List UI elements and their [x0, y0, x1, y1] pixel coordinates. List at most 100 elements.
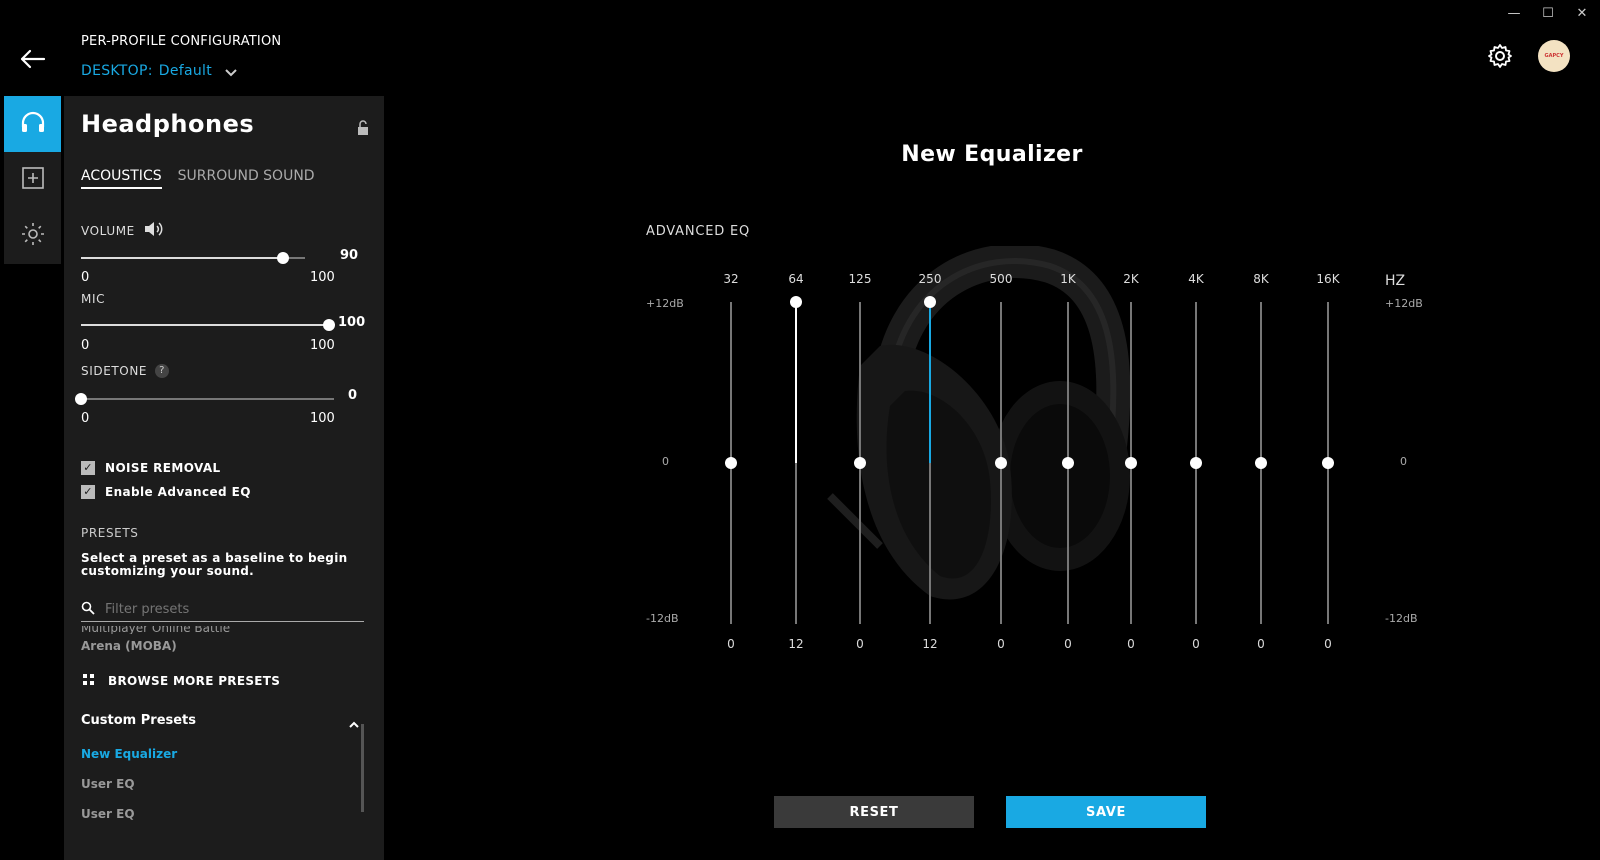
eq-band-label-64: 64: [788, 272, 804, 286]
rail-item-lighting[interactable]: [4, 208, 61, 264]
noise-removal-label: NOISE REMOVAL: [105, 461, 221, 475]
eq-band-fill: [795, 302, 797, 463]
browse-presets-label: BROWSE MORE PRESETS: [108, 674, 281, 688]
volume-label: VOLUME: [81, 223, 135, 238]
eq-band-knob[interactable]: [725, 457, 737, 469]
eq-band-knob[interactable]: [924, 296, 936, 308]
eq-band-knob[interactable]: [1190, 457, 1202, 469]
preset-item-moba-partial[interactable]: Multiplayer Online Battle: [81, 626, 230, 634]
avatar[interactable]: GAPCY: [1538, 40, 1570, 72]
sidetone-value: 0: [348, 388, 358, 403]
plus-square-icon: [21, 166, 45, 194]
volume-slider[interactable]: [81, 252, 305, 264]
checkmark-icon: ✓: [81, 485, 95, 499]
profile-prefix: DESKTOP:: [81, 63, 153, 79]
volume-knob[interactable]: [276, 252, 289, 264]
eq-band-value: 0: [1257, 637, 1265, 651]
panel-tabs: ACOUSTICS SURROUND SOUND: [81, 168, 315, 189]
eq-band-value: 0: [856, 637, 864, 651]
eq-band-label-8k: 8K: [1253, 272, 1269, 286]
minimize-button[interactable]: —: [1506, 6, 1522, 22]
db-mid-left: 0: [662, 455, 669, 468]
avatar-text: GAPCY: [1544, 53, 1564, 59]
help-icon[interactable]: ?: [155, 364, 170, 378]
page-title: PER-PROFILE CONFIGURATION: [81, 34, 282, 49]
sidetone-label-row: SIDETONE ?: [81, 364, 170, 378]
device-rail: [4, 96, 61, 264]
eq-band-label-500: 500: [989, 272, 1013, 286]
grid-icon: [83, 674, 94, 688]
window-controls: — ☐ ✕: [1506, 6, 1590, 22]
mic-label-row: MIC: [81, 292, 105, 306]
noise-removal-checkbox[interactable]: ✓ NOISE REMOVAL: [81, 461, 221, 475]
mic-label: MIC: [81, 292, 106, 306]
db-mid-right: 0: [1400, 455, 1407, 468]
eq-band-knob[interactable]: [1062, 457, 1074, 469]
eq-band-value: 0: [727, 637, 735, 651]
headset-product-image: [820, 244, 1150, 611]
checkmark-icon: ✓: [81, 461, 95, 475]
sidetone-slider[interactable]: [75, 393, 334, 405]
volume-max: 100: [310, 270, 335, 285]
eq-band-label-4k: 4K: [1188, 272, 1204, 286]
eq-band-fill: [929, 302, 931, 463]
eq-band-label-32: 32: [723, 272, 739, 286]
eq-band-label-125: 125: [848, 272, 872, 286]
speaker-icon: [143, 220, 165, 241]
sidetone-knob[interactable]: [75, 393, 87, 405]
eq-band-label-16k: 16K: [1316, 272, 1340, 286]
profile-selector[interactable]: DESKTOP: Default: [81, 62, 238, 80]
tab-surround-sound[interactable]: SURROUND SOUND: [178, 168, 315, 189]
mic-fill: [81, 324, 329, 326]
advanced-eq-checkbox[interactable]: ✓ Enable Advanced EQ: [81, 485, 251, 499]
chevron-down-icon: [224, 66, 238, 80]
sidetone-min: 0: [81, 411, 90, 426]
reset-button[interactable]: RESET: [774, 796, 974, 828]
eq-band-knob[interactable]: [1125, 457, 1137, 469]
chevron-up-icon[interactable]: [348, 716, 360, 728]
custom-preset-new-equalizer[interactable]: New Equalizer: [81, 747, 177, 761]
db-bottom-right: -12dB: [1385, 612, 1418, 625]
eq-band-value: 0: [1127, 637, 1135, 651]
headphones-icon: [19, 109, 47, 139]
eq-band-value: 12: [788, 637, 804, 651]
mic-slider[interactable]: [81, 319, 335, 331]
settings-panel: Headphones ACOUSTICS SURROUND SOUND VOLU…: [64, 96, 384, 860]
eq-band-knob[interactable]: [1322, 457, 1334, 469]
maximize-button[interactable]: ☐: [1540, 6, 1556, 22]
save-button[interactable]: SAVE: [1006, 796, 1206, 828]
eq-band-knob[interactable]: [995, 457, 1007, 469]
eq-band-value: 0: [1324, 637, 1332, 651]
advanced-eq-label: Enable Advanced EQ: [105, 485, 251, 499]
back-arrow-icon[interactable]: [18, 46, 48, 72]
custom-preset-user-eq[interactable]: User EQ: [81, 777, 135, 791]
settings-gear-icon[interactable]: [1486, 42, 1514, 70]
preset-filter-input[interactable]: [105, 602, 345, 617]
preset-list-scrollbar[interactable]: [361, 724, 364, 812]
browse-presets-button[interactable]: BROWSE MORE PRESETS: [83, 674, 280, 688]
volume-label-row: VOLUME: [81, 220, 165, 241]
eq-band-knob[interactable]: [854, 457, 866, 469]
mic-knob[interactable]: [323, 319, 335, 331]
eq-band-label-250: 250: [918, 272, 942, 286]
custom-preset-user-eq[interactable]: User EQ: [81, 807, 135, 821]
search-icon: [81, 600, 95, 619]
db-top-left: +12dB: [646, 297, 684, 310]
eq-band-knob[interactable]: [1255, 457, 1267, 469]
sidetone-label: SIDETONE: [81, 364, 148, 378]
unlock-icon[interactable]: [356, 120, 370, 136]
eq-band-knob[interactable]: [790, 296, 802, 308]
mic-min: 0: [81, 338, 90, 353]
sidetone-max: 100: [310, 411, 335, 426]
db-top-right: +12dB: [1385, 297, 1423, 310]
eq-band-label-2k: 2K: [1123, 272, 1139, 286]
db-bottom-left: -12dB: [646, 612, 679, 625]
eq-band-label-1k: 1K: [1060, 272, 1076, 286]
preset-filter[interactable]: [81, 598, 364, 622]
sun-icon: [21, 222, 45, 250]
panel-title: Headphones: [81, 110, 255, 138]
eq-band-value: 12: [922, 637, 938, 651]
close-button[interactable]: ✕: [1574, 6, 1590, 22]
tab-acoustics[interactable]: ACOUSTICS: [81, 168, 162, 189]
preset-item-moba[interactable]: Arena (MOBA): [81, 639, 177, 653]
